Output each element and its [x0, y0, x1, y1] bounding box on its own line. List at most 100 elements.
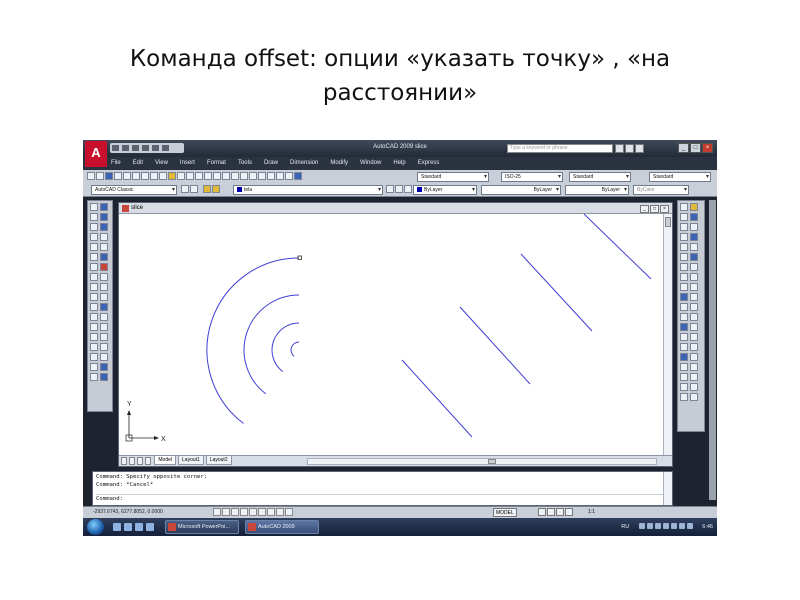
polar-icon[interactable]	[240, 508, 248, 516]
command-window[interactable]: Command: Specify opposite corner: Comman…	[92, 471, 673, 506]
zoom-previous-icon[interactable]	[231, 172, 239, 180]
tab-last-icon[interactable]	[145, 457, 151, 465]
annotation-scale[interactable]: 1:1	[588, 508, 595, 517]
scale-icon[interactable]	[100, 283, 108, 291]
menu-item-express[interactable]: Express	[418, 160, 440, 166]
rt-tool-16-icon[interactable]	[690, 273, 698, 281]
workspace-save-icon[interactable]	[190, 185, 198, 193]
tab-next-icon[interactable]	[137, 457, 143, 465]
ortho-icon[interactable]	[231, 508, 239, 516]
rectangle-icon[interactable]	[90, 233, 98, 241]
copy-object-icon[interactable]	[100, 223, 108, 231]
rt-tool-33-icon[interactable]	[680, 363, 688, 371]
snap-icon[interactable]	[213, 508, 221, 516]
rotate-icon[interactable]	[100, 273, 108, 281]
save-icon[interactable]	[105, 172, 113, 180]
tab-prev-icon[interactable]	[129, 457, 135, 465]
tool-palettes-icon[interactable]	[258, 172, 266, 180]
offset-icon[interactable]	[100, 243, 108, 251]
point-icon[interactable]	[90, 323, 98, 331]
region-icon[interactable]	[90, 353, 98, 361]
copy-icon[interactable]	[150, 172, 158, 180]
dim-style-select[interactable]: ISO-25	[501, 172, 563, 182]
line[interactable]	[520, 253, 593, 332]
taskbar-autocad-button[interactable]: AutoCAD 2009	[245, 520, 319, 534]
rt-tool-11-icon[interactable]	[680, 253, 688, 261]
arc[interactable]	[290, 341, 300, 357]
tab-layout2[interactable]: Layout2	[205, 456, 232, 465]
rt-tool-20-icon[interactable]	[690, 293, 698, 301]
rt-tool-34-icon[interactable]	[690, 363, 698, 371]
paste-icon[interactable]	[159, 172, 167, 180]
layer-select[interactable]: tela	[233, 185, 383, 195]
match-properties-icon[interactable]	[168, 172, 176, 180]
ellipse-icon[interactable]	[90, 283, 98, 291]
spline-icon[interactable]	[90, 273, 98, 281]
rt-tool-24-icon[interactable]	[690, 313, 698, 321]
menu-item-tools[interactable]: Tools	[238, 160, 252, 166]
tab-first-icon[interactable]	[121, 457, 127, 465]
lineweight-select[interactable]: ByLayer	[565, 185, 629, 195]
rt-tool-9-icon[interactable]	[680, 243, 688, 251]
undo-icon[interactable]	[186, 172, 194, 180]
rt-tool-15-icon[interactable]	[680, 273, 688, 281]
pan-status-icon[interactable]	[556, 508, 564, 516]
model-space-button[interactable]: MODEL	[493, 508, 517, 517]
rt-tool-7-icon[interactable]	[680, 233, 688, 241]
linetype-select[interactable]: ByLayer	[481, 185, 561, 195]
plot-style-select[interactable]: ByColor	[633, 185, 689, 195]
layer-state-icon[interactable]	[212, 185, 220, 193]
grid-icon[interactable]	[222, 508, 230, 516]
drawing-canvas[interactable]: Y X	[119, 214, 663, 455]
coordinate-readout[interactable]: -2937.6743, 6277.8052, 0.0000	[93, 507, 163, 518]
mirror-icon[interactable]	[100, 233, 108, 241]
rt-tool-1-icon[interactable]	[680, 203, 688, 211]
tray-power-icon[interactable]	[678, 523, 685, 529]
tray-app-icon[interactable]	[686, 523, 693, 529]
drawing-horizontal-scrollbar[interactable]	[307, 458, 657, 465]
ducs-icon[interactable]	[267, 508, 275, 516]
layer-previous-icon[interactable]	[395, 185, 403, 193]
arc[interactable]	[206, 257, 300, 424]
horizontal-scroll-thumb[interactable]	[488, 459, 496, 464]
rt-tool-29-icon[interactable]	[680, 343, 688, 351]
plot-icon[interactable]	[114, 172, 122, 180]
quick-view-layouts-icon[interactable]	[538, 508, 546, 516]
polygon-icon[interactable]	[90, 223, 98, 231]
otrack-icon[interactable]	[258, 508, 266, 516]
drawing-maximize-icon[interactable]: □	[650, 205, 659, 213]
make-block-icon[interactable]	[90, 313, 98, 321]
tray-network-icon[interactable]	[646, 523, 653, 529]
rt-tool-31-icon[interactable]	[680, 353, 688, 361]
cut-icon[interactable]	[141, 172, 149, 180]
rt-tool-39-icon[interactable]	[680, 393, 688, 401]
osnap-icon[interactable]	[249, 508, 257, 516]
quick-view-drawings-icon[interactable]	[547, 508, 555, 516]
vertical-scroll-thumb[interactable]	[665, 217, 671, 227]
redo-icon[interactable]	[195, 172, 203, 180]
close-icon[interactable]: ×	[702, 143, 713, 153]
tray-arrow-icon[interactable]	[638, 523, 645, 529]
menu-item-file[interactable]: File	[111, 160, 121, 166]
rt-tool-13-icon[interactable]	[680, 263, 688, 271]
preview-icon[interactable]	[123, 172, 131, 180]
properties-icon[interactable]	[240, 172, 248, 180]
rt-tool-21-icon[interactable]	[680, 303, 688, 311]
modify-extra-icon[interactable]	[100, 373, 108, 381]
rt-tool-26-icon[interactable]	[690, 323, 698, 331]
multileader-style-select[interactable]: Standard	[649, 172, 711, 182]
mtext-icon[interactable]	[90, 373, 98, 381]
explode-icon[interactable]	[100, 363, 108, 371]
menu-item-insert[interactable]: Insert	[180, 160, 195, 166]
command-scrollbar[interactable]	[663, 472, 672, 505]
zoom-realtime-icon[interactable]	[213, 172, 221, 180]
color-select[interactable]: ByLayer	[413, 185, 477, 195]
fillet-icon[interactable]	[100, 353, 108, 361]
line-icon[interactable]	[90, 203, 98, 211]
tray-volume-icon[interactable]	[670, 523, 677, 529]
maximize-icon[interactable]: □	[690, 143, 701, 153]
search-input[interactable]: Type a keyword or phrase	[507, 144, 613, 153]
stretch-icon[interactable]	[100, 293, 108, 301]
circle-icon[interactable]	[90, 253, 98, 261]
make-current-layer-icon[interactable]	[386, 185, 394, 193]
